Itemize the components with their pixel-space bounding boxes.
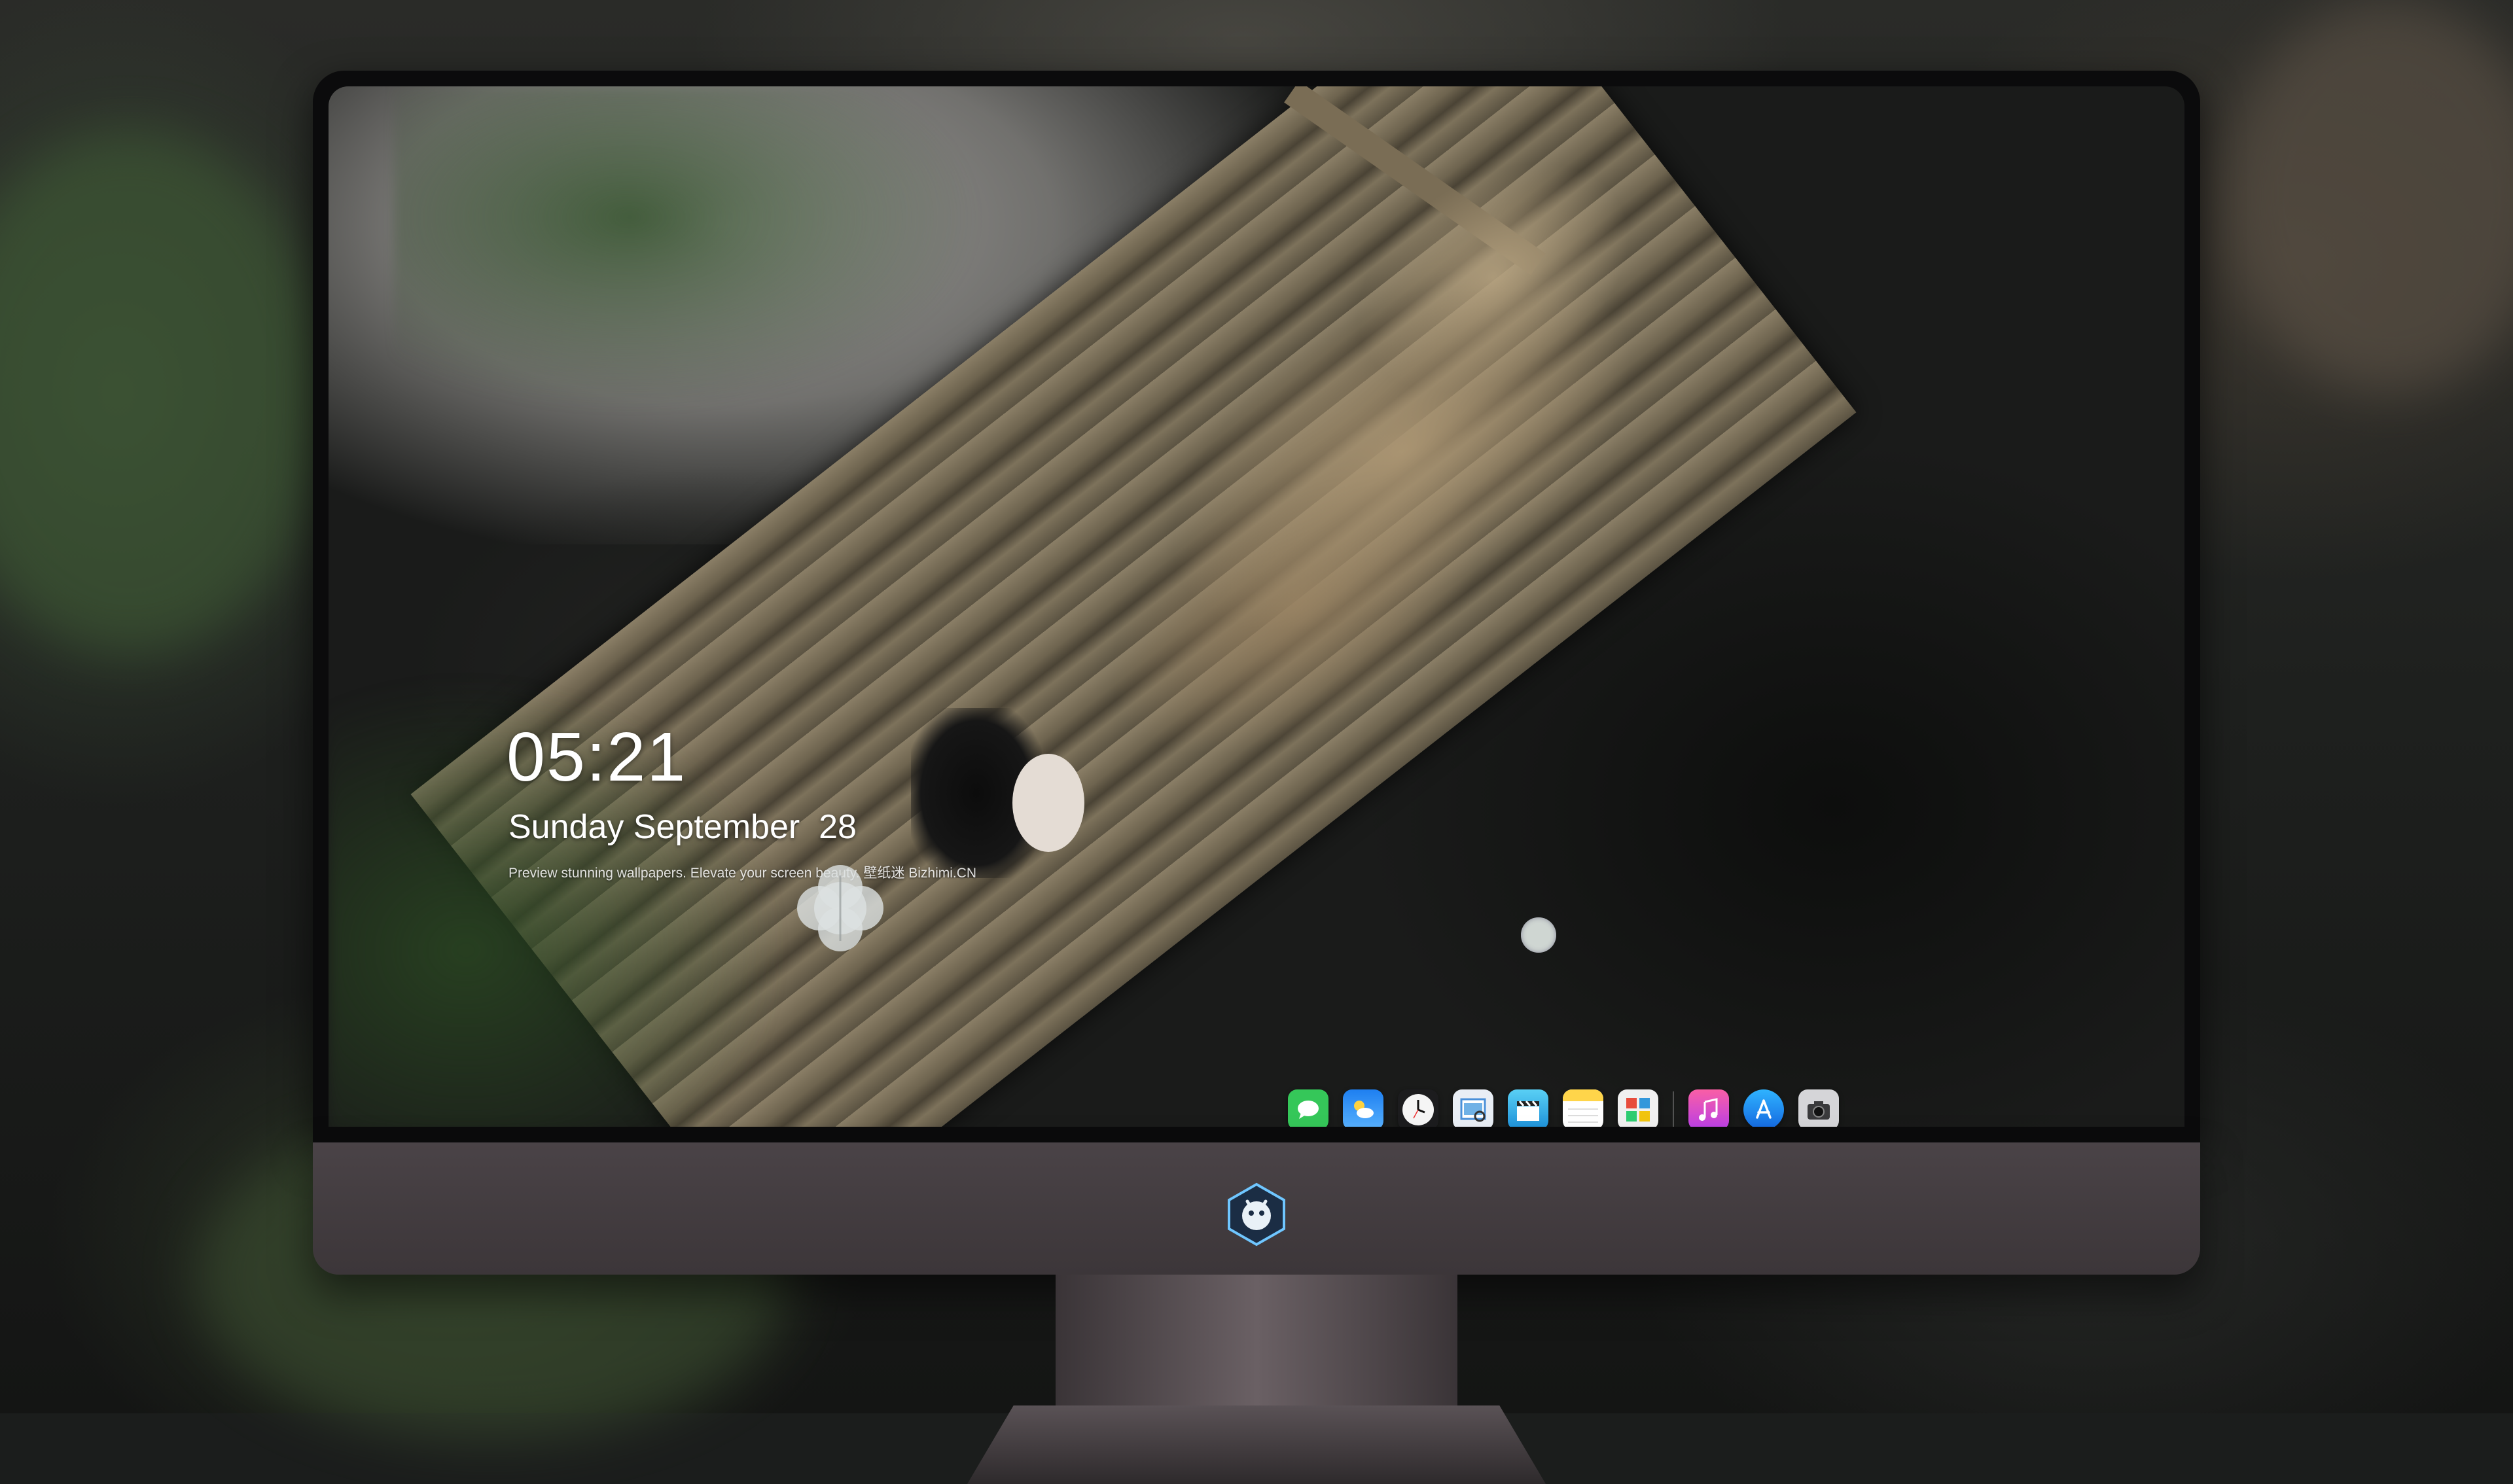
monitor-chin (313, 1142, 2200, 1275)
blurred-foliage (2225, 0, 2513, 393)
lock-screen[interactable]: 05:21 Sunday September 28 Preview stunni… (329, 86, 2184, 1127)
monitor-stand-neck (1056, 1275, 1457, 1405)
photo-booth-icon (1626, 1098, 1650, 1122)
monitor-bezel: 05:21 Sunday September 28 Preview stunni… (313, 71, 2200, 1142)
claquette-icon (1517, 1101, 1539, 1121)
dock-app-messages[interactable] (1288, 1089, 1328, 1127)
dock-app-app-store[interactable] (1743, 1089, 1784, 1127)
mascot-logo-icon (1228, 1182, 1285, 1246)
dock-app-camera[interactable] (1798, 1089, 1839, 1127)
messages-icon (1298, 1101, 1319, 1119)
dock (1288, 1077, 1877, 1127)
blurred-foliage (0, 131, 327, 654)
weather-icon (1354, 1101, 1374, 1118)
flower-badge-icon[interactable] (788, 856, 893, 961)
dock-app-photo-booth[interactable] (1618, 1089, 1658, 1127)
dock-app-claquette[interactable] (1508, 1089, 1548, 1127)
app-store-icon (1756, 1099, 1772, 1119)
clock-icon (1402, 1094, 1434, 1125)
wallpaper-teacup (1521, 917, 1556, 953)
dock-app-notes[interactable] (1563, 1089, 1603, 1127)
dock-app-preview[interactable] (1453, 1089, 1493, 1127)
monitor: 05:21 Sunday September 28 Preview stunni… (313, 71, 2200, 1484)
camera-icon (1808, 1101, 1830, 1120)
lock-screen-date: Sunday September 28 (508, 808, 857, 846)
dock-app-clock[interactable] (1398, 1089, 1438, 1127)
notes-icon (1563, 1089, 1603, 1123)
music-icon (1699, 1098, 1718, 1121)
lock-screen-tagline: Preview stunning wallpapers. Elevate you… (508, 866, 977, 881)
monitor-stand-base (967, 1405, 1546, 1484)
dock-app-weather[interactable] (1343, 1089, 1383, 1127)
preview-icon (1460, 1098, 1486, 1122)
wallpaper-leaves-top (394, 86, 983, 414)
lock-screen-time: 05:21 (507, 718, 687, 796)
dock-app-music[interactable] (1688, 1089, 1729, 1127)
dock-separator (1673, 1091, 1674, 1127)
wallpaper-figure-face (1012, 754, 1084, 852)
